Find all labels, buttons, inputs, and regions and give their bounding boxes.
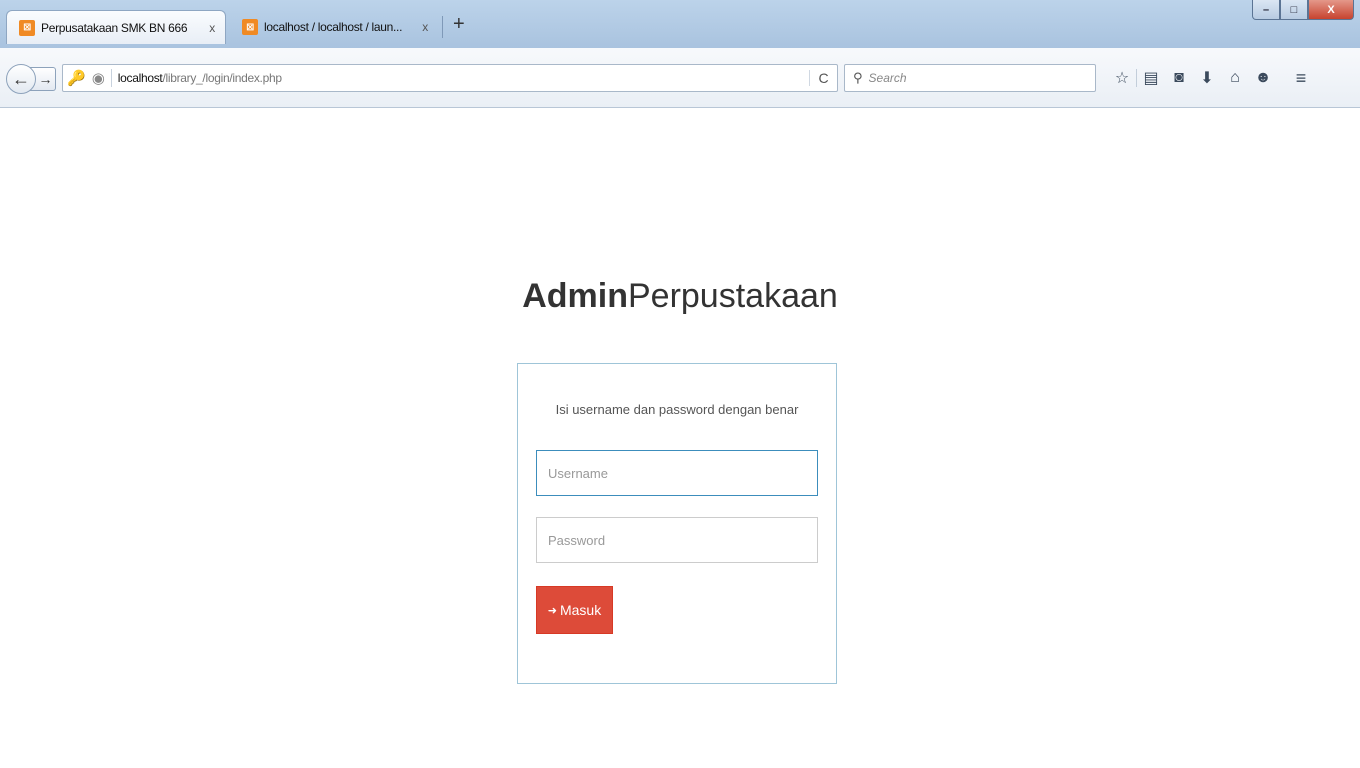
browser-navbar: ← → 🔑 ◉ localhost/library_/login/index.p… — [0, 48, 1360, 108]
xampp-favicon-icon: ⊠ — [242, 19, 258, 35]
home-icon[interactable]: ⌂ — [1221, 69, 1249, 87]
login-button-label: Masuk — [559, 602, 602, 618]
tab-label: localhost / localhost / laun... — [264, 20, 403, 34]
url-text[interactable]: localhost/library_/login/index.php — [118, 71, 809, 85]
back-button[interactable]: ← — [6, 64, 36, 94]
sign-in-icon: ➜ — [547, 604, 557, 617]
tab-localhost[interactable]: ⊠ localhost / localhost / laun... x — [230, 10, 438, 44]
url-path: /library_/login/index.php — [162, 71, 282, 85]
password-input[interactable]: Password — [536, 517, 818, 563]
brand-rest: Perpustakaan — [627, 277, 838, 315]
login-box: Isi username dan password dengan benar U… — [517, 363, 837, 684]
star-icon[interactable]: ☆ — [1108, 68, 1136, 88]
url-divider — [110, 69, 112, 87]
toolbar-icons: ☆ ▤ ◙ ⬇ ⌂ ☻ ≡ — [1108, 64, 1315, 92]
page-title: AdminPerpustakaan — [0, 277, 1360, 316]
pocket-icon[interactable]: ◙ — [1165, 69, 1193, 87]
tab-close-icon[interactable]: x — [422, 20, 428, 34]
login-message: Isi username dan password dengan benar — [555, 402, 799, 417]
menu-icon[interactable]: ≡ — [1287, 68, 1315, 89]
search-icon: ⚲ — [853, 70, 863, 85]
new-tab-button[interactable]: + — [447, 10, 473, 44]
minimize-button[interactable]: – — [1252, 0, 1280, 20]
username-input[interactable]: Username — [536, 450, 818, 496]
back-forward-group: ← → — [6, 64, 56, 94]
window-controls: – □ X — [1252, 0, 1354, 20]
xampp-favicon-icon: ⊠ — [19, 19, 35, 36]
tab-separator — [442, 16, 443, 38]
tab-close-icon[interactable]: x — [209, 21, 215, 35]
tab-strip: ⊠ Perpusatakaan SMK BN 666 x ⊠ localhost… — [6, 8, 473, 44]
tab-perpustakaan[interactable]: ⊠ Perpusatakaan SMK BN 666 x — [6, 10, 226, 44]
search-placeholder: Search — [868, 71, 907, 85]
close-window-button[interactable]: X — [1308, 0, 1354, 20]
download-icon[interactable]: ⬇ — [1193, 68, 1221, 88]
chat-icon[interactable]: ☻ — [1249, 69, 1277, 87]
browser-titlebar: ⊠ Perpusatakaan SMK BN 666 x ⊠ localhost… — [0, 0, 1360, 48]
globe-icon[interactable]: ◉ — [92, 69, 105, 87]
maximize-button[interactable]: □ — [1280, 0, 1308, 20]
login-button[interactable]: ➜ Masuk — [536, 586, 613, 634]
url-host: localhost — [117, 71, 163, 85]
search-bar[interactable]: ⚲ Search — [844, 64, 1096, 92]
reload-button[interactable]: C — [809, 70, 837, 86]
tab-label: Perpusatakaan SMK BN 666 — [41, 20, 188, 35]
reading-list-icon[interactable]: ▤ — [1137, 68, 1165, 88]
url-bar[interactable]: 🔑 ◉ localhost/library_/login/index.php C — [62, 64, 838, 92]
brand-bold: Admin — [522, 277, 628, 315]
key-icon[interactable]: 🔑 — [67, 69, 86, 87]
